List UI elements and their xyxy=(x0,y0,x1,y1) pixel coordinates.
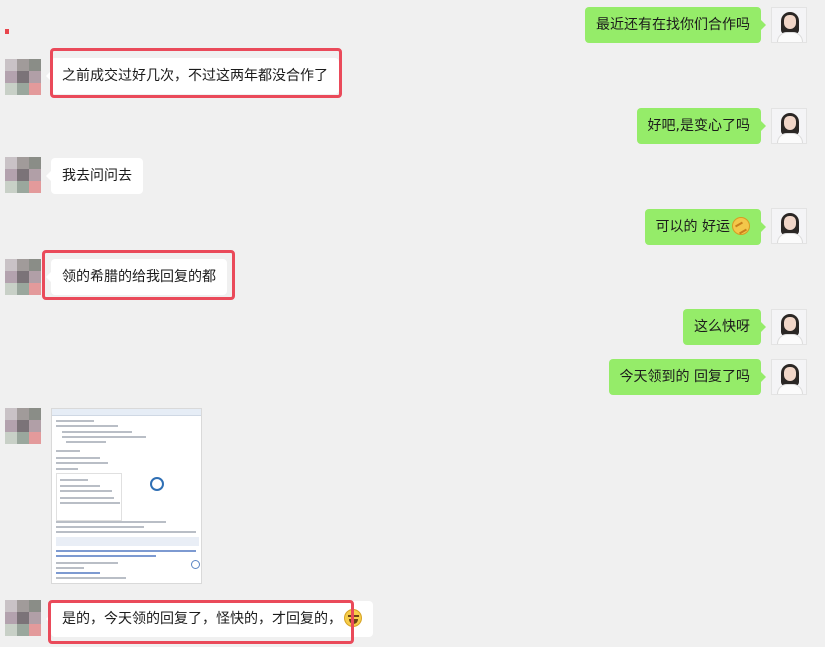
contact-avatar[interactable] xyxy=(5,408,41,444)
sender-avatar[interactable] xyxy=(771,7,807,43)
message-text: 可以的 好运 xyxy=(655,219,730,235)
sender-avatar[interactable] xyxy=(771,359,807,395)
message-bubble-sent[interactable]: 可以的 好运 xyxy=(644,209,767,245)
sender-avatar[interactable] xyxy=(771,108,807,144)
unread-dot xyxy=(5,29,9,34)
message-text: 最近还有在找你们合作吗 xyxy=(596,17,750,33)
message-bubble-sent[interactable]: 今天领到的 回复了吗 xyxy=(608,359,767,395)
message-text: 我去问问去 xyxy=(62,168,132,184)
message-text: 这么快呀 xyxy=(694,319,750,335)
contact-avatar[interactable] xyxy=(5,259,41,295)
laugh-emoji-icon xyxy=(344,609,362,627)
contact-avatar[interactable] xyxy=(5,157,41,193)
contact-avatar[interactable] xyxy=(5,59,41,95)
message-bubble-sent[interactable]: 好吧,是变心了吗 xyxy=(636,108,767,144)
message-bubble-sent[interactable]: 这么快呀 xyxy=(683,309,766,345)
image-message-email-screenshot[interactable] xyxy=(51,408,202,584)
sender-avatar[interactable] xyxy=(771,208,807,244)
message-text: 今天领到的 回复了吗 xyxy=(619,369,750,385)
contact-avatar[interactable] xyxy=(5,600,41,636)
sender-avatar[interactable] xyxy=(771,309,807,345)
message-bubble-received[interactable]: 之前成交过好几次，不过这两年都没合作了 xyxy=(46,58,339,94)
message-bubble-received[interactable]: 是的，今天领的回复了，怪快的，才回复的， xyxy=(46,601,373,637)
message-text: 是的，今天领的回复了，怪快的，才回复的， xyxy=(62,611,342,627)
message-bubble-sent[interactable]: 最近还有在找你们合作吗 xyxy=(585,7,766,43)
message-text: 领的希腊的给我回复的都 xyxy=(62,269,216,285)
message-text: 好吧,是变心了吗 xyxy=(647,118,750,134)
message-bubble-received[interactable]: 领的希腊的给我回复的都 xyxy=(46,259,227,295)
message-text: 之前成交过好几次，不过这两年都没合作了 xyxy=(62,68,328,84)
message-bubble-received[interactable]: 我去问问去 xyxy=(46,158,143,194)
luck-emoji-icon xyxy=(732,217,750,235)
